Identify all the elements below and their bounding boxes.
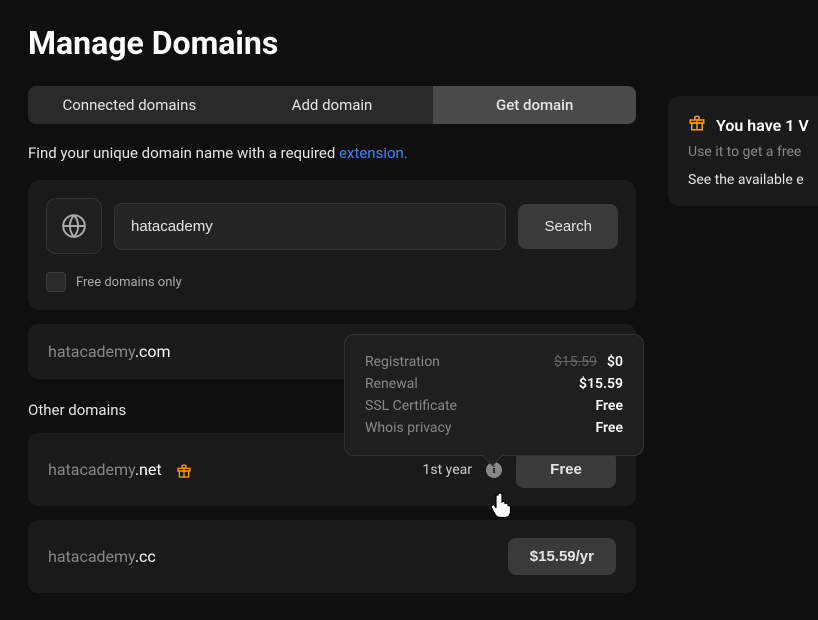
free-domains-checkbox[interactable] [46, 272, 66, 292]
tooltip-value: Free [596, 398, 624, 414]
tooltip-label: Renewal [365, 376, 418, 392]
search-card: Search Free domains only [28, 180, 636, 310]
tooltip-label: Registration [365, 354, 440, 370]
domain-search-input[interactable] [114, 203, 506, 250]
domain-name: hatacademy.cc [48, 547, 156, 566]
tooltip-label: SSL Certificate [365, 398, 457, 414]
year-label: 1st year [423, 462, 472, 478]
tooltip-value: $15.59 [579, 376, 623, 392]
extension-link[interactable]: extension. [339, 144, 408, 162]
tooltip-value: $0 [607, 354, 623, 370]
page-title: Manage Domains [28, 24, 790, 62]
tooltip-value: Free [596, 420, 624, 436]
tooltip-strike-price: $15.59 [554, 354, 597, 370]
cursor-hand-icon [490, 492, 514, 522]
pricing-tooltip: Registration $15.59 $0 Renewal $15.59 SSL… [344, 334, 644, 456]
search-button[interactable]: Search [518, 204, 618, 249]
domain-name: hatacademy.net [48, 460, 166, 479]
voucher-title: You have 1 V [716, 116, 809, 135]
tabs: Connected domains Add domain Get domain [28, 86, 636, 124]
tab-connected-domains[interactable]: Connected domains [28, 86, 231, 124]
domain-name: hatacademy.com [48, 342, 171, 361]
price-button-free[interactable]: Free [516, 451, 616, 488]
tooltip-label: Whois privacy [365, 420, 451, 436]
voucher-card: You have 1 V Use it to get a free See th… [668, 96, 818, 206]
voucher-subtitle: Use it to get a free [688, 144, 818, 160]
tab-add-domain[interactable]: Add domain [231, 86, 434, 124]
gift-icon [176, 463, 192, 479]
price-button[interactable]: $15.59/yr [508, 538, 616, 575]
gift-icon [688, 114, 706, 136]
globe-icon [46, 198, 102, 254]
free-domains-label: Free domains only [76, 275, 182, 290]
voucher-link[interactable]: See the available e [688, 172, 818, 188]
other-domain-row[interactable]: hatacademy.cc $15.59/yr [28, 520, 636, 593]
tab-get-domain[interactable]: Get domain [433, 86, 636, 124]
